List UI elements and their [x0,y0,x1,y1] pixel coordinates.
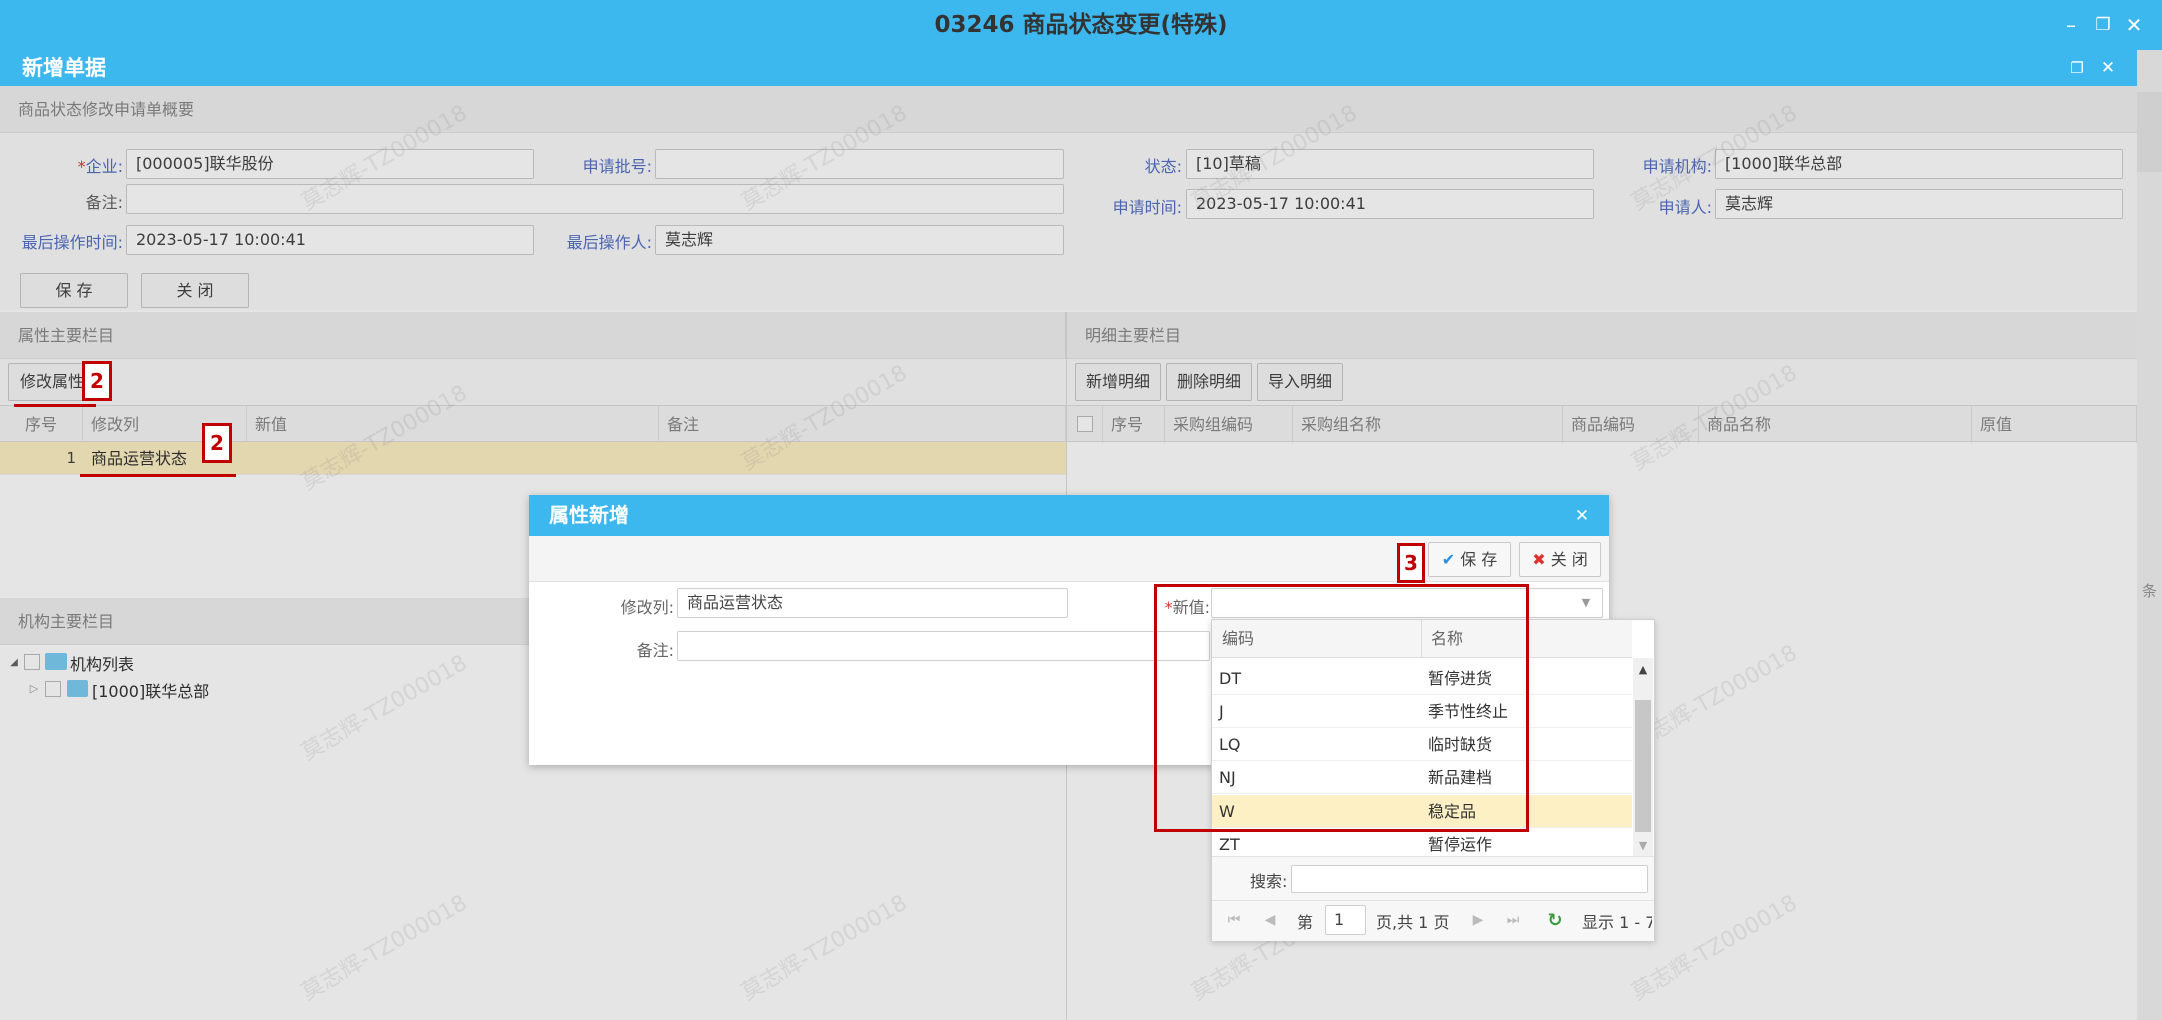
dialog-close-icon[interactable]: ✕ [1572,506,1592,526]
annotation-badge-row: 2 [202,423,232,463]
dialog-remark-field[interactable] [677,631,1210,661]
dialog-close-button[interactable]: ✖ 关 闭 [1519,542,1601,577]
annotation-badge-modify: 2 [82,361,112,401]
inner-restore-icon[interactable]: ❐ [2064,55,2090,81]
check-icon: ✔ [1441,550,1456,569]
restore-icon[interactable]: ❐ [2090,12,2116,38]
dialog-save-button[interactable]: ✔ 保 存 [1428,542,1511,577]
right-scrollbar-thumb[interactable] [2137,92,2162,172]
app-title: 03246 商品状态变更(特殊) [934,12,1228,38]
minimize-icon[interactable]: – [2058,12,2084,38]
document-title: 新增单据 [22,56,106,80]
dropdown-search-label: 搜索: [1250,872,1288,891]
dialog-title: 属性新增 [549,503,629,527]
next-page-icon[interactable]: ▶ [1468,910,1488,930]
refresh-icon[interactable]: ↻ [1545,910,1565,931]
last-page-icon[interactable]: ⏭ [1503,910,1523,930]
prev-page-icon[interactable]: ◀ [1260,910,1280,930]
pager-display: 显示 1 - 7 [1582,913,1652,932]
inner-close-icon[interactable]: ✕ [2095,55,2121,81]
pager-total: 页,共 1 页 [1376,913,1450,932]
document-title-bar [0,50,2137,86]
annotation-underline-row [80,474,236,477]
dropdown-search-input[interactable] [1291,865,1648,893]
right-scrollbar[interactable] [2137,50,2162,1020]
chevron-down-icon[interactable]: ▼ [1576,592,1596,612]
pager-prefix: 第 [1297,913,1314,932]
edge-label: 条 [2141,582,2157,600]
scroll-down-icon[interactable]: ▼ [1633,836,1653,854]
close-icon[interactable]: ✕ [2121,12,2147,38]
dialog-remark-label: 备注: [636,641,674,660]
dialog-modify-col-label: 修改列: [620,598,674,617]
annotation-underline-modify [14,404,96,407]
first-page-icon[interactable]: ⏮ [1224,910,1244,930]
scroll-up-icon[interactable]: ▲ [1633,660,1653,678]
x-icon: ✖ [1532,550,1546,569]
dropdown-scroll-thumb[interactable] [1635,700,1651,832]
dialog-title-bar [529,495,1609,536]
annotation-badge-dialog: 3 [1397,543,1425,583]
dialog-modify-col-field[interactable]: 商品运营状态 [677,588,1068,618]
annotation-box-dropdown [1154,584,1529,832]
page-number-input[interactable]: 1 [1325,905,1366,935]
dropdown-row[interactable]: ZT 暂停运作 [1212,828,1632,856]
